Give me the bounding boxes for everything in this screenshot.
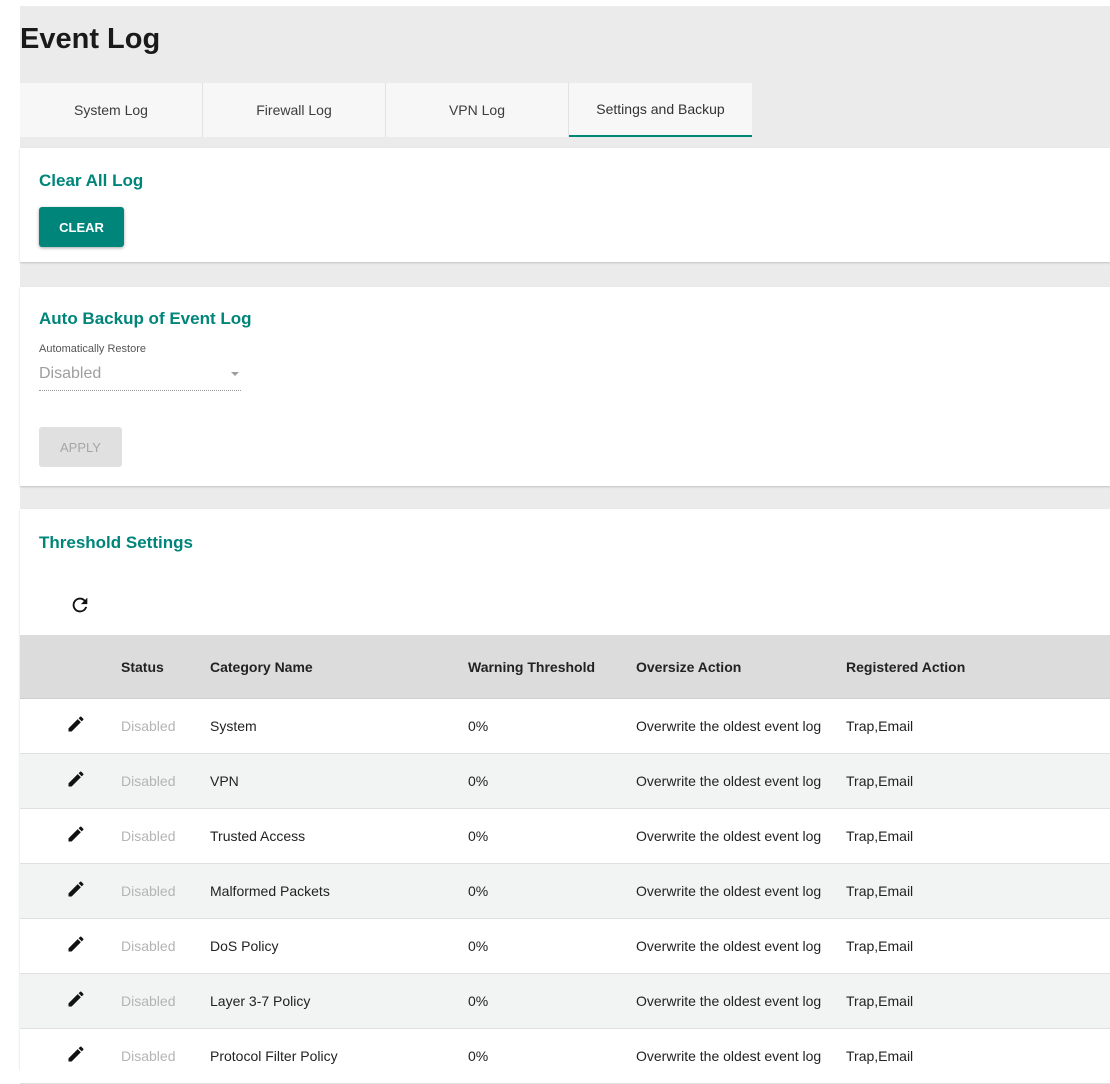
clear-all-log-title: Clear All Log [39, 171, 144, 190]
row-category-name: Malformed Packets [210, 883, 330, 899]
edit-pencil-icon[interactable] [66, 934, 86, 954]
table-row[interactable]: Disabled Protocol Filter Policy 0% Overw… [20, 1029, 1110, 1084]
tab-firewall-log[interactable]: Firewall Log [203, 83, 386, 137]
auto-backup-card: Auto Backup of Event Log Automatically R… [20, 287, 1110, 486]
row-category-name: Layer 3-7 Policy [210, 993, 311, 1009]
row-warning-threshold: 0% [468, 773, 489, 789]
row-status: Disabled [121, 938, 176, 954]
table-row[interactable]: Disabled System 0% Overwrite the oldest … [20, 699, 1110, 754]
row-oversize-action: Overwrite the oldest event log [636, 993, 822, 1009]
row-registered-action: Trap,Email [846, 938, 914, 954]
row-status: Disabled [121, 773, 176, 789]
row-category-name: VPN [210, 773, 239, 789]
threshold-settings-title: Threshold Settings [39, 533, 193, 552]
table-header: Status Category Name Warning Threshold O… [20, 635, 1110, 699]
event-log-page: Event Log System Log Firewall Log VPN Lo… [20, 6, 1110, 1084]
tab-bar: System Log Firewall Log VPN Log Settings… [20, 83, 752, 137]
row-oversize-action: Overwrite the oldest event log [636, 718, 822, 734]
row-warning-threshold: 0% [468, 993, 489, 1009]
edit-pencil-icon[interactable] [66, 714, 86, 734]
row-registered-action: Trap,Email [846, 718, 914, 734]
row-oversize-action: Overwrite the oldest event log [636, 938, 822, 954]
edit-pencil-icon[interactable] [66, 769, 86, 789]
row-registered-action: Trap,Email [846, 883, 914, 899]
row-oversize-action: Overwrite the oldest event log [636, 883, 822, 899]
edit-pencil-icon[interactable] [66, 824, 86, 844]
row-category-name: Protocol Filter Policy [210, 1048, 338, 1064]
row-warning-threshold: 0% [468, 883, 489, 899]
row-status: Disabled [121, 718, 176, 734]
tab-system-log[interactable]: System Log [20, 83, 203, 137]
row-warning-threshold: 0% [468, 828, 489, 844]
row-status: Disabled [121, 883, 176, 899]
row-status: Disabled [121, 828, 176, 844]
threshold-settings-card: Threshold Settings Status Category Name … [20, 509, 1110, 1084]
row-warning-threshold: 0% [468, 1048, 489, 1064]
row-registered-action: Trap,Email [846, 1048, 914, 1064]
row-registered-action: Trap,Email [846, 773, 914, 789]
row-oversize-action: Overwrite the oldest event log [636, 828, 822, 844]
column-header-category-name[interactable]: Category Name [210, 659, 313, 675]
table-row[interactable]: Disabled Malformed Packets 0% Overwrite … [20, 864, 1110, 919]
table-row[interactable]: Disabled VPN 0% Overwrite the oldest eve… [20, 754, 1110, 809]
column-header-warning-threshold[interactable]: Warning Threshold [468, 659, 595, 675]
table-body: Disabled System 0% Overwrite the oldest … [20, 699, 1110, 1084]
table-row[interactable]: Disabled DoS Policy 0% Overwrite the old… [20, 919, 1110, 974]
table-row[interactable]: Disabled Layer 3-7 Policy 0% Overwrite t… [20, 974, 1110, 1029]
row-registered-action: Trap,Email [846, 828, 914, 844]
tab-vpn-log[interactable]: VPN Log [386, 83, 569, 137]
row-status: Disabled [121, 1048, 176, 1064]
automatically-restore-label: Automatically Restore [39, 343, 146, 355]
row-oversize-action: Overwrite the oldest event log [636, 1048, 822, 1064]
apply-button[interactable]: APPLY [39, 427, 122, 467]
clear-button[interactable]: CLEAR [39, 207, 124, 247]
page-title: Event Log [20, 23, 161, 55]
column-header-oversize-action[interactable]: Oversize Action [636, 659, 741, 675]
row-warning-threshold: 0% [468, 718, 489, 734]
refresh-icon[interactable] [69, 594, 91, 616]
table-row[interactable]: Disabled Trusted Access 0% Overwrite the… [20, 809, 1110, 864]
row-status: Disabled [121, 993, 176, 1009]
row-category-name: System [210, 718, 257, 734]
threshold-table: Status Category Name Warning Threshold O… [20, 635, 1110, 1084]
row-registered-action: Trap,Email [846, 993, 914, 1009]
tab-settings-and-backup[interactable]: Settings and Backup [569, 83, 752, 137]
clear-all-log-card: Clear All Log CLEAR [20, 148, 1110, 262]
row-oversize-action: Overwrite the oldest event log [636, 773, 822, 789]
column-header-status[interactable]: Status [121, 659, 164, 675]
dropdown-arrow-icon [231, 372, 239, 376]
row-category-name: DoS Policy [210, 938, 279, 954]
edit-pencil-icon[interactable] [66, 879, 86, 899]
auto-backup-title: Auto Backup of Event Log [39, 309, 252, 328]
edit-pencil-icon[interactable] [66, 989, 86, 1009]
automatically-restore-value: Disabled [39, 365, 102, 382]
edit-pencil-icon[interactable] [66, 1044, 86, 1064]
row-warning-threshold: 0% [468, 938, 489, 954]
row-category-name: Trusted Access [210, 828, 306, 844]
column-header-registered-action[interactable]: Registered Action [846, 659, 965, 675]
automatically-restore-select[interactable]: Disabled [39, 359, 241, 391]
